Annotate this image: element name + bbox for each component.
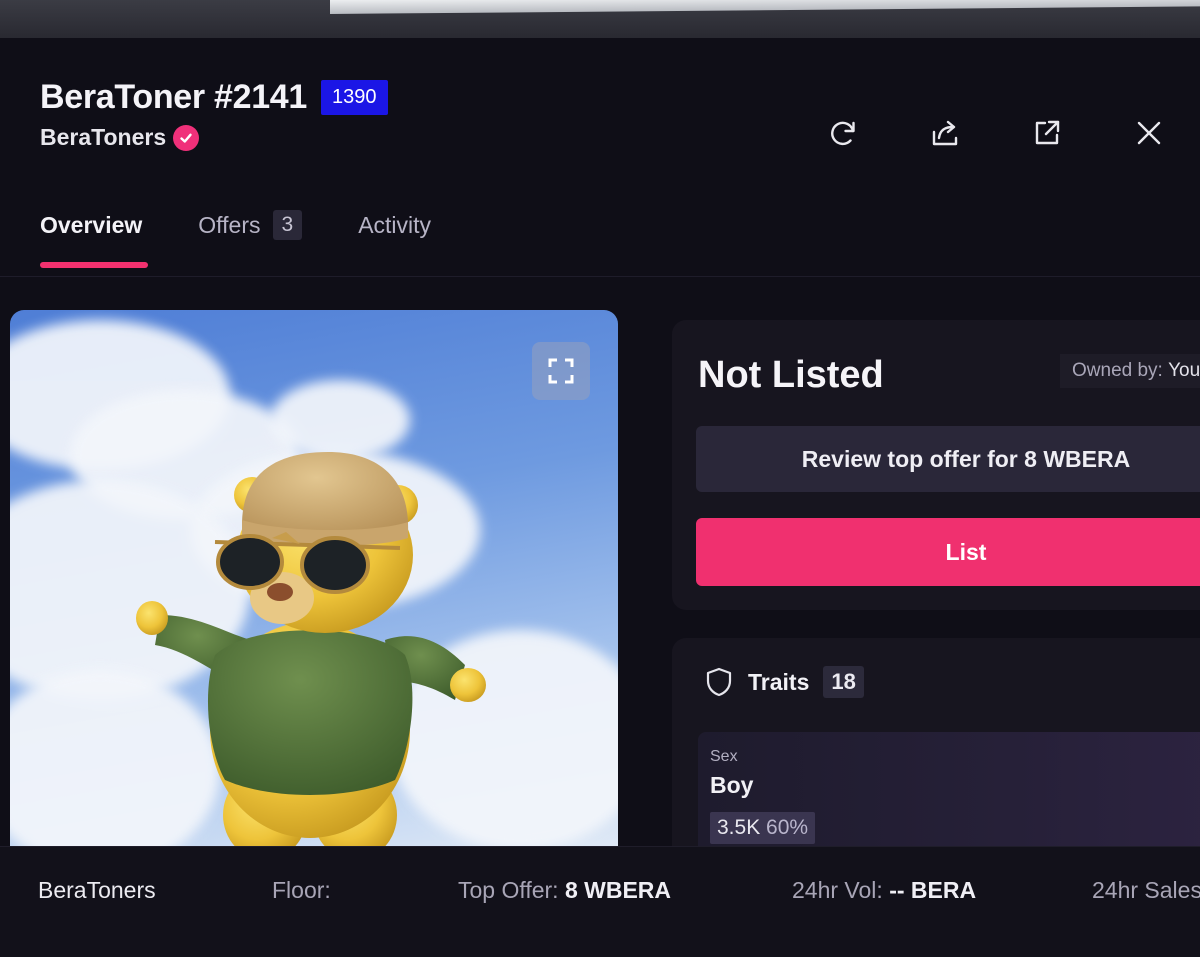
offers-count-badge: 3 — [272, 210, 303, 240]
expand-icon — [548, 358, 574, 384]
title-row: BeraToner #2141 1390 — [40, 78, 388, 117]
nft-detail-modal: BeraToner #2141 1390 BeraToners Overview… — [0, 38, 1200, 957]
tab-label: Activity — [358, 211, 432, 238]
share-icon[interactable] — [894, 110, 996, 156]
volume-stat: 24hr Vol: -- BERA — [792, 877, 976, 904]
tab-label: Overview — [40, 211, 143, 238]
trait-count: 3.5K — [717, 816, 761, 839]
list-button[interactable]: List — [696, 518, 1200, 586]
trait-type: Sex — [710, 748, 738, 765]
fullscreen-button[interactable] — [532, 342, 590, 400]
verified-badge-icon — [173, 124, 200, 151]
tab-label: Offers — [198, 211, 261, 238]
external-link-icon[interactable] — [996, 110, 1098, 156]
traits-count-badge: 18 — [823, 666, 864, 698]
listing-status: Not Listed — [698, 354, 884, 396]
traits-header[interactable]: Traits 18 — [706, 666, 864, 698]
floor-stat: Floor: — [272, 877, 331, 904]
nft-title: BeraToner #2141 — [40, 78, 308, 116]
tab-bar: Overview Offers 3 Activity — [40, 210, 487, 268]
owned-by-label: Owned by: — [1072, 360, 1163, 381]
owned-by-value[interactable]: You — [1168, 360, 1200, 381]
refresh-icon[interactable] — [792, 110, 894, 156]
footer-collection-name[interactable]: BeraToners — [38, 877, 156, 904]
tab-overview[interactable]: Overview — [40, 211, 148, 268]
nft-image[interactable] — [10, 310, 618, 846]
trait-rarity: 3.5K 60% — [710, 812, 816, 844]
trait-percent: 60% — [766, 816, 809, 839]
collection-stats-bar: BeraToners Floor: Top Offer: 8 WBERA 24h… — [0, 846, 1200, 957]
traits-title: Traits — [748, 668, 810, 695]
review-top-offer-button[interactable]: Review top offer for 8 WBERA — [696, 426, 1200, 492]
sales-label: 24hr Sales — [1092, 877, 1200, 903]
sales-stat: 24hr Sales — [1092, 877, 1200, 904]
tab-offers[interactable]: Offers 3 — [198, 210, 303, 240]
collection-name: BeraToners — [40, 124, 167, 150]
rank-badge: 1390 — [321, 80, 388, 115]
top-offer-value: 8 WBERA — [564, 877, 672, 903]
bear-illustration — [136, 452, 486, 846]
floor-label: Floor: — [272, 877, 331, 903]
volume-value: -- BERA — [889, 877, 977, 903]
active-tab-indicator — [40, 261, 148, 268]
trait-card[interactable]: Sex Boy 3.5K 60% — [698, 732, 1200, 862]
shield-icon — [706, 667, 732, 697]
owned-by: Owned by: You — [1060, 354, 1200, 388]
volume-label: 24hr Vol: — [792, 877, 883, 903]
top-offer-label: Top Offer: — [458, 877, 559, 903]
header-actions — [792, 110, 1200, 156]
tab-activity[interactable]: Activity — [358, 212, 431, 239]
listing-panel: Not Listed Owned by: You Review top offe… — [672, 320, 1200, 610]
close-icon[interactable] — [1098, 110, 1200, 156]
collection-link[interactable]: BeraToners — [40, 124, 200, 151]
tabs-divider — [0, 276, 1200, 277]
trait-value: Boy — [710, 772, 754, 798]
top-offer-stat: Top Offer: 8 WBERA — [458, 877, 671, 904]
